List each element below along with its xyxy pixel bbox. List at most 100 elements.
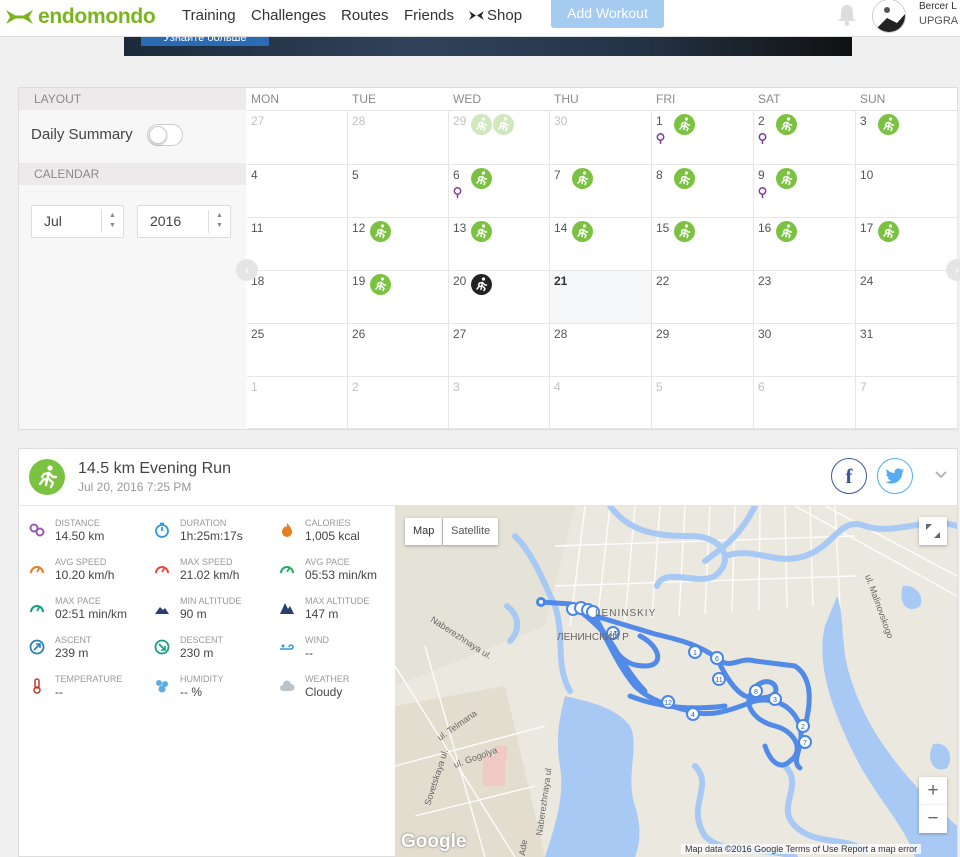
calendar-day-cell[interactable]: 26 [348, 324, 449, 377]
map-tab-map[interactable]: Map [405, 518, 443, 545]
chevron-down-icon[interactable] [933, 467, 949, 483]
workout-running-icon[interactable] [674, 114, 695, 135]
calendar-day-cell[interactable]: 27 [449, 324, 550, 377]
workout-running-icon[interactable] [471, 221, 492, 242]
route-map[interactable]: 14 1 6 11 8 3 12 4 2 7 LENINSKIY ЛЕНИНСК… [395, 506, 957, 857]
nav-link-training[interactable]: Training [182, 7, 236, 24]
calendar-day-cell[interactable]: 11 [247, 218, 348, 271]
prev-month-arrow[interactable]: ‹ [236, 259, 258, 281]
workout-running-icon[interactable] [878, 221, 899, 242]
ad-banner[interactable]: Узнайте больше [124, 37, 852, 56]
daily-summary-toggle[interactable] [147, 124, 183, 146]
map-attribution[interactable]: Map data ©2016 Google Terms of Use Repor… [681, 844, 922, 854]
user-avatar[interactable] [872, 0, 906, 33]
calendar-day-cell[interactable]: 5 [652, 377, 754, 429]
calendar-day-cell[interactable]: 30 [550, 111, 652, 165]
avatar-image [873, 0, 905, 32]
workout-running-icon[interactable] [370, 274, 391, 295]
upgrade-link[interactable]: UPGRA [919, 15, 958, 27]
calendar-day-cell[interactable]: 1 [247, 377, 348, 429]
calendar-day-cell[interactable]: 4 [550, 377, 652, 429]
workout-running-icon[interactable] [471, 114, 492, 135]
calendar-day-cell[interactable]: 3 [449, 377, 550, 429]
day-number: 8 [656, 168, 663, 182]
calendar-day-cell[interactable]: 7 [856, 377, 958, 429]
twitter-share-button[interactable] [877, 458, 913, 494]
endomondo-logo[interactable]: endomondo [4, 5, 156, 29]
calendar-day-cell[interactable]: 31 [856, 324, 958, 377]
calendar-day-cell[interactable]: 2 [754, 111, 856, 165]
banner-learn-more-button[interactable]: Узнайте больше [141, 37, 269, 46]
workout-running-icon[interactable] [776, 221, 797, 242]
nav-link-routes[interactable]: Routes [341, 7, 389, 24]
calendar-day-cell[interactable]: 30 [754, 324, 856, 377]
calendar-day-cell[interactable]: 18 [247, 271, 348, 324]
top-nav: endomondo Training Challenges Routes Fri… [0, 0, 960, 37]
calendar-day-cell[interactable]: 28 [348, 111, 449, 165]
calendar-day-cell[interactable]: 6 [449, 165, 550, 218]
workout-running-icon[interactable] [674, 221, 695, 242]
calendar-day-cell[interactable]: 16 [754, 218, 856, 271]
calendar-day-cell[interactable]: 3 [856, 111, 958, 165]
workout-running-icon[interactable] [572, 221, 593, 242]
workout-running-icon[interactable] [370, 221, 391, 242]
month-select[interactable]: Jul ▲ ▼ [31, 205, 124, 238]
zoom-in-button[interactable]: + [919, 777, 947, 805]
map-tab-satellite[interactable]: Satellite [443, 518, 499, 545]
calendar-day-cell[interactable]: 9 [754, 165, 856, 218]
add-workout-button[interactable]: Add Workout [551, 0, 664, 28]
calendar-day-cell[interactable]: 28 [550, 324, 652, 377]
calendar-day-cell[interactable]: 29 [449, 111, 550, 165]
workout-running-icon[interactable] [471, 168, 492, 189]
day-number: 31 [860, 327, 874, 341]
stat-value: -- % [180, 685, 202, 699]
calendar-day-cell[interactable]: 6 [754, 377, 856, 429]
workout-running-icon[interactable] [572, 168, 593, 189]
calendar-day-cell[interactable]: 20 [449, 271, 550, 324]
weather-icon [279, 678, 295, 694]
user-name[interactable]: Bercer L [919, 1, 957, 12]
calendar-day-cell[interactable]: 25 [247, 324, 348, 377]
calendar-day-cell[interactable]: 8 [652, 165, 754, 218]
calendar-day-cell[interactable]: 7 [550, 165, 652, 218]
calendar-day-cell[interactable]: 5 [348, 165, 449, 218]
weekday-header-sun: SUN [856, 88, 958, 111]
fullscreen-icon [926, 524, 940, 538]
fullscreen-button[interactable] [919, 517, 947, 545]
workout-running-icon[interactable] [471, 274, 492, 295]
route-marker-2: 2 [801, 724, 805, 731]
personal-record-icon [758, 185, 767, 198]
calendar-day-cell[interactable]: 14 [550, 218, 652, 271]
facebook-share-button[interactable]: f [831, 458, 867, 494]
calendar-day-cell[interactable]: 4 [247, 165, 348, 218]
calendar-day-cell[interactable]: 21 [550, 271, 652, 324]
calendar-day-cell[interactable]: 15 [652, 218, 754, 271]
nav-link-friends[interactable]: Friends [404, 7, 454, 24]
stat-max-pace: MAX PACE 02:51 min/km [29, 596, 149, 630]
workout-running-icon[interactable] [674, 168, 695, 189]
day-number: 9 [758, 168, 765, 182]
calendar-day-cell[interactable]: 13 [449, 218, 550, 271]
calendar-day-cell[interactable]: 22 [652, 271, 754, 324]
calendar-day-cell[interactable]: 23 [754, 271, 856, 324]
zoom-out-button[interactable]: − [919, 805, 947, 833]
nav-link-shop[interactable]: Shop [468, 7, 522, 24]
calendar-day-cell[interactable]: 29 [652, 324, 754, 377]
calendar-day-cell[interactable]: 2 [348, 377, 449, 429]
workout-running-icon[interactable] [878, 114, 899, 135]
stat-value: 21.02 km/h [180, 568, 240, 582]
nav-link-challenges[interactable]: Challenges [251, 7, 326, 24]
workout-running-icon[interactable] [776, 114, 797, 135]
calendar-day-cell[interactable]: 27 [247, 111, 348, 165]
workout-running-icon[interactable] [493, 114, 514, 135]
calendar-day-cell[interactable]: 10 [856, 165, 958, 218]
calendar-day-cell[interactable]: 12 [348, 218, 449, 271]
calendar-day-cell[interactable]: 19 [348, 271, 449, 324]
workout-running-icon[interactable] [776, 168, 797, 189]
calendar-day-cell[interactable]: 17 [856, 218, 958, 271]
notifications-bell-icon[interactable] [836, 3, 858, 27]
calendar-day-cell[interactable]: 24 [856, 271, 958, 324]
calendar-day-cell[interactable]: 1 [652, 111, 754, 165]
year-select[interactable]: 2016 ▲ ▼ [137, 205, 231, 238]
day-number: 21 [554, 274, 568, 288]
